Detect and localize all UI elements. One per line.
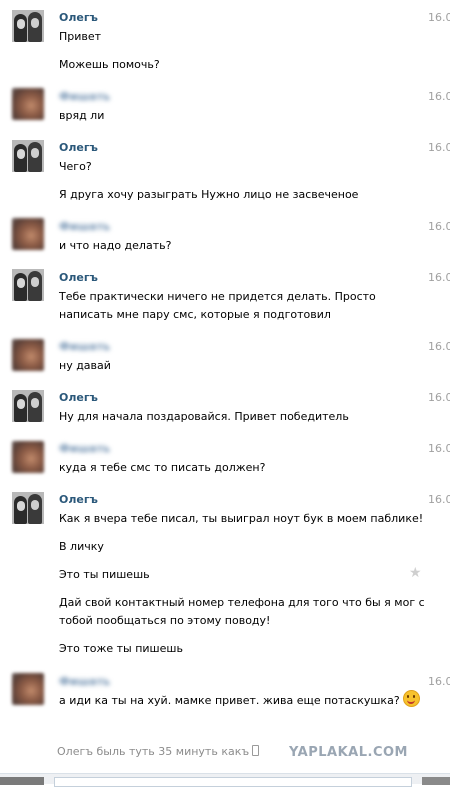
last-seen-text: Олегъ быль туть 35 минуть какъ [57,745,250,758]
message-text: куда я тебе смс то писать должен? [59,461,266,474]
avatar[interactable] [12,441,44,473]
watermark: YAPLAKAL.COM [289,745,408,760]
message-text: Это ты пишешь [59,568,150,581]
avatar[interactable] [12,269,44,301]
avatar[interactable] [12,673,44,705]
sender-name[interactable]: Олегъ [59,391,98,404]
sender-name[interactable]: Олегъ [59,141,98,154]
my-avatar [0,777,44,785]
message-time: 16.0 [428,340,450,353]
phone-icon [252,745,260,756]
sender-name[interactable]: Олегъ [59,493,98,506]
recipient-avatar [422,777,450,785]
message-text: Можешь помочь? [59,58,160,71]
message-text-content: а иди ка ты на хуй. мамке привет. жива е… [59,694,400,707]
message-text: В личку [59,540,104,553]
avatar[interactable] [12,140,44,172]
sender-name[interactable]: Фишать [59,675,110,688]
message-input[interactable] [54,777,412,787]
message-time: 16.0 [428,493,450,506]
message-time: 16.0 [428,271,450,284]
message-text: тобой пообщаться по этому поводу! [59,614,271,627]
message-text: Я друга хочу разыграть Нужно лицо не зас… [59,188,359,201]
message-time: 16.0 [428,442,450,455]
message-time: 16.0 [428,675,450,688]
message-text: Как я вчера тебе писал, ты выиграл ноут … [59,512,424,525]
message-text: ну давай [59,359,111,372]
message-time: 16.0 [428,220,450,233]
sender-name[interactable]: Олегъ [59,271,98,284]
avatar[interactable] [12,218,44,250]
sender-name[interactable]: Фишать [59,442,110,455]
sender-name[interactable]: Фишать [59,340,110,353]
avatar[interactable] [12,88,44,120]
message-text: Ну для начала поздаровайся. Привет побед… [59,410,349,423]
message-text: а иди ка ты на хуй. мамке привет. жива е… [59,690,420,710]
avatar[interactable] [12,339,44,371]
avatar[interactable] [12,492,44,524]
message-text: Привет [59,30,102,43]
message-time: 16.0 [428,141,450,154]
avatar[interactable] [12,390,44,422]
message-text: Тебе практически ничего не придется дела… [59,290,376,303]
last-seen-status: Олегъ быль туть 35 минуть какъ [57,745,260,758]
message-text: и что надо делать? [59,239,172,252]
star-icon[interactable]: ★ [409,565,422,581]
message-text: Дай свой контактный номер телефона для т… [59,596,425,609]
message-text: Это тоже ты пишешь [59,642,183,655]
message-text: написать мне пару смс, которые я подгото… [59,308,331,321]
sender-name[interactable]: Фишать [59,90,110,103]
message-time: 16.0 [428,11,450,24]
sender-name[interactable]: Фишать [59,220,110,233]
message-time: 16.0 [428,90,450,103]
sender-name[interactable]: Олегъ [59,11,98,24]
message-time: 16.0 [428,391,450,404]
message-text: вряд ли [59,109,105,122]
avatar[interactable] [12,10,44,42]
smile-emoji-icon [402,690,420,707]
message-text: Чего? [59,160,92,173]
